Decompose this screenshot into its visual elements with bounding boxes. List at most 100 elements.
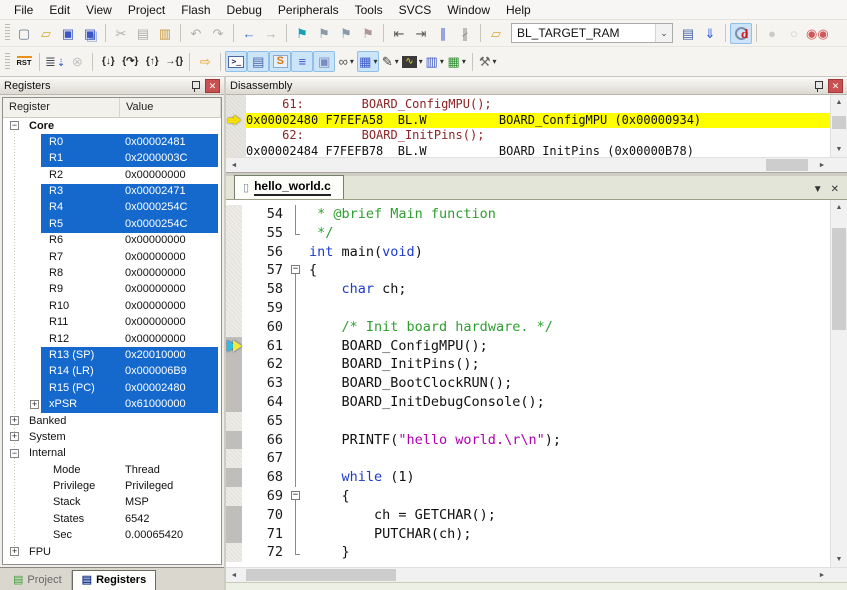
code-line-55[interactable]: 55 */ — [226, 224, 830, 243]
menu-edit[interactable]: Edit — [41, 1, 78, 19]
disassembly-window-toggle[interactable]: ▤ — [247, 51, 269, 72]
scroll-thumb[interactable] — [832, 116, 846, 129]
code-line-58[interactable]: 58 char ch; — [226, 280, 830, 299]
code-line-64[interactable]: 64 BOARD_InitDebugConsole(); — [226, 393, 830, 412]
menu-help[interactable]: Help — [498, 1, 539, 19]
bookmark-prev-icon[interactable]: ⚑ — [313, 23, 335, 44]
register-row-internal[interactable]: −Internal — [3, 446, 221, 462]
code-line-56[interactable]: 56int main(void) — [226, 243, 830, 262]
code-line-69[interactable]: 69− { — [226, 487, 830, 506]
uncomment-icon[interactable]: ∦ — [454, 23, 476, 44]
menu-view[interactable]: View — [78, 1, 120, 19]
register-row-r9[interactable]: R90x00000000 — [3, 282, 221, 298]
toolbar-grip[interactable] — [5, 24, 10, 42]
register-row-r4[interactable]: R40x0000254C — [3, 200, 221, 216]
close-editor-icon[interactable]: ✕ — [831, 184, 839, 195]
undo-icon[interactable]: ↶ — [185, 23, 207, 44]
watch-window-dropdown[interactable]: ∞▾ — [335, 51, 357, 72]
expand-icon[interactable]: + — [10, 432, 19, 441]
register-row-r15-pc[interactable]: R15 (PC)0x00002480 — [3, 380, 221, 396]
scroll-thumb[interactable] — [246, 569, 396, 581]
chevron-down-icon[interactable]: ⌄ — [655, 24, 672, 42]
scroll-up-icon[interactable]: ▲ — [831, 200, 847, 215]
register-row-r2[interactable]: R20x00000000 — [3, 167, 221, 183]
register-row-states[interactable]: States6542 — [3, 511, 221, 527]
toolbar-grip[interactable] — [5, 53, 10, 71]
command-window-toggle[interactable]: >_ — [225, 51, 247, 72]
register-row-r5[interactable]: R50x0000254C — [3, 216, 221, 232]
close-icon[interactable]: ✕ — [828, 79, 843, 93]
editor-vscrollbar[interactable]: ▲ ▼ — [830, 200, 847, 567]
code-line-57[interactable]: 57−{ — [226, 261, 830, 280]
register-row-r11[interactable]: R110x00000000 — [3, 315, 221, 331]
scroll-down-icon[interactable]: ▼ — [831, 142, 847, 157]
reset-button[interactable]: RST — [13, 51, 35, 72]
show-current-statement-button[interactable]: ⇨ — [194, 51, 216, 72]
menu-svcs[interactable]: SVCS — [391, 1, 440, 19]
scroll-up-icon[interactable]: ▲ — [831, 95, 847, 110]
scroll-left-icon[interactable]: ◄ — [226, 568, 242, 582]
callstack-window-toggle[interactable]: ▣ — [313, 51, 335, 72]
register-row-r10[interactable]: R100x00000000 — [3, 298, 221, 314]
new-file-icon[interactable]: ▢ — [13, 23, 35, 44]
menu-project[interactable]: Project — [120, 1, 173, 19]
menu-flash[interactable]: Flash — [173, 1, 218, 19]
code-line-70[interactable]: 70 ch = GETCHAR(); — [226, 506, 830, 525]
disassembly-hscrollbar[interactable]: ◄ ► — [226, 157, 847, 172]
scroll-right-icon[interactable]: ► — [814, 158, 830, 172]
expand-icon[interactable]: + — [10, 416, 19, 425]
target-select[interactable]: BL_TARGET_RAM⌄ — [511, 23, 673, 43]
serial-window-dropdown[interactable]: ✎▾ — [379, 51, 401, 72]
menu-peripherals[interactable]: Peripherals — [270, 1, 347, 19]
menu-debug[interactable]: Debug — [219, 1, 270, 19]
run-to-cursor-button[interactable]: →{} — [163, 51, 185, 72]
register-row-r6[interactable]: R60x00000000 — [3, 233, 221, 249]
save-all-icon[interactable]: ▣ — [79, 23, 101, 44]
indent-icon[interactable]: ⇥ — [410, 23, 432, 44]
load-application-icon[interactable]: ⇓ — [699, 23, 721, 44]
disassembly-vscrollbar[interactable]: ▲ ▼ — [830, 95, 847, 157]
register-row-system[interactable]: +System — [3, 429, 221, 445]
tab-project[interactable]: ▤Project — [4, 571, 72, 590]
code-line-62[interactable]: 62 BOARD_InitPins(); — [226, 355, 830, 374]
register-row-r14-lr[interactable]: R14 (LR)0x000006B9 — [3, 364, 221, 380]
close-icon[interactable]: ✕ — [205, 79, 220, 93]
menu-file[interactable]: File — [6, 1, 41, 19]
navigate-forward-icon[interactable]: → — [260, 23, 282, 44]
register-row-r1[interactable]: R10x2000003C — [3, 151, 221, 167]
step-out-button[interactable]: {↑} — [141, 51, 163, 72]
pin-icon[interactable] — [813, 79, 823, 92]
step-over-button[interactable]: {↷} — [119, 51, 141, 72]
disassembly-line[interactable]: 0x00002480 F7FEFA58 BL.W BOARD_ConfigMPU… — [246, 113, 830, 129]
symbol-window-toggle[interactable]: S — [269, 51, 291, 72]
menu-tools[interactable]: Tools — [347, 1, 391, 19]
register-row-fpu[interactable]: +FPU — [3, 544, 221, 560]
breakpoint-enable-icon[interactable]: ○ — [783, 23, 805, 44]
code-line-65[interactable]: 65 — [226, 412, 830, 431]
scroll-thumb[interactable] — [766, 159, 808, 171]
registers-window-toggle[interactable]: ≡ — [291, 51, 313, 72]
register-row-core[interactable]: −Core — [3, 118, 221, 134]
register-row-xpsr[interactable]: +xPSR0x61000000 — [3, 397, 221, 413]
expand-icon[interactable]: + — [10, 547, 19, 556]
register-row-stack[interactable]: StackMSP — [3, 495, 221, 511]
copy-icon[interactable]: ▤ — [132, 23, 154, 44]
disassembly-line[interactable]: 62: BOARD_InitPins(); — [246, 128, 830, 144]
memory-window-dropdown[interactable]: ▦▾ — [357, 51, 379, 72]
target-options-icon[interactable]: ▤ — [677, 23, 699, 44]
disassembly-gutter[interactable] — [226, 95, 246, 157]
run-button[interactable]: ≣ — [44, 51, 66, 72]
bookmark-next-icon[interactable]: ⚑ — [335, 23, 357, 44]
register-row-r8[interactable]: R80x00000000 — [3, 266, 221, 282]
trace-window-dropdown[interactable]: ▥▾ — [424, 51, 446, 72]
column-value[interactable]: Value — [120, 98, 221, 117]
scroll-thumb[interactable] — [832, 228, 846, 329]
analysis-window-dropdown[interactable]: ∿▾ — [401, 51, 423, 72]
scroll-right-icon[interactable]: ► — [814, 568, 830, 582]
code-line-60[interactable]: 60 /* Init board hardware. */ — [226, 318, 830, 337]
collapse-icon[interactable]: − — [10, 121, 19, 130]
disassembly-line[interactable]: 0x00002484 F7FEFB78 BL.W BOARD_InitPins … — [246, 144, 830, 158]
paste-icon[interactable]: ▥ — [154, 23, 176, 44]
fold-margin[interactable]: − — [290, 487, 303, 506]
code-line-66[interactable]: 66 PRINTF("hello world.\r\n"); — [226, 431, 830, 450]
